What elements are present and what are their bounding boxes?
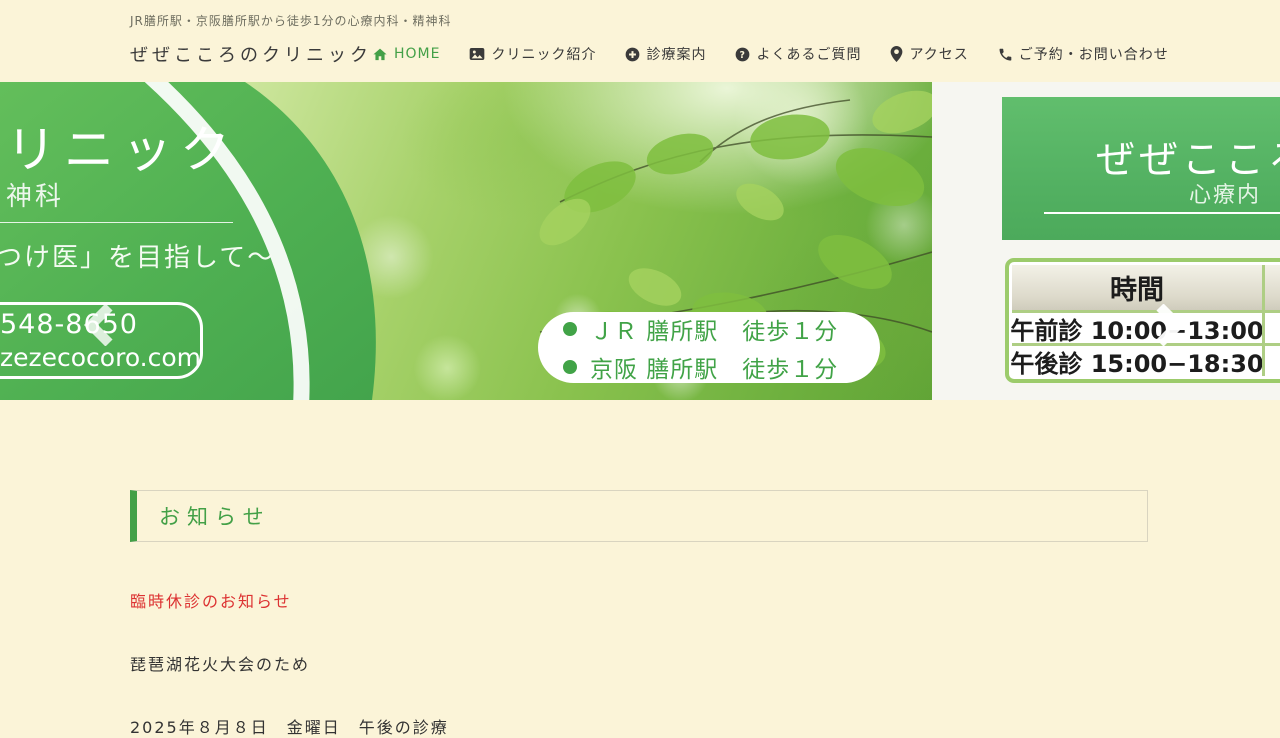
schedule-header-time: 時間 (1012, 265, 1262, 310)
nav-item-home[interactable]: HOME (372, 46, 440, 62)
carousel-next-button[interactable] (1156, 303, 1190, 347)
access-line-jr: ＪＲ 膳所駅 徒歩１分 (563, 312, 880, 346)
nav-item-clinic-intro[interactable]: クリニック紹介 (469, 44, 596, 64)
news-section-title: お知らせ (159, 501, 271, 531)
nav-label: ご予約・お問い合わせ (1019, 44, 1169, 64)
map-pin-icon (890, 46, 903, 62)
schedule-row-afternoon: 午後診 15:00−18:30 − (1012, 343, 1280, 376)
news-section: お知らせ 臨時休診のお知らせ 琵琶湖花火大会のため 2025年８月８日 金曜日 … (0, 490, 1280, 738)
access-line-keihan: 京阪 膳所駅 徒歩１分 (563, 350, 880, 384)
svg-text:?: ? (740, 49, 746, 60)
phone-icon (998, 47, 1013, 62)
site-title[interactable]: ぜぜこころのクリニック (130, 41, 372, 67)
schedule-cell: − (1262, 313, 1280, 343)
nav-item-contact[interactable]: ご予約・お問い合わせ (998, 44, 1169, 64)
schedule-cell: 午前診 10:00−13:00 (1012, 313, 1262, 343)
schedule-header-mon: 月 (1262, 265, 1280, 310)
carousel-slide-current: リニック 神科 つけ医」を目指して～ 548-8650 zezecocoro.c… (0, 82, 932, 400)
site-header: JR膳所駅・京阪膳所駅から徒歩1分の心療内科・精神科 ぜぜこころのクリニック H… (0, 0, 1280, 82)
slide-clinic-name-fragment: リニック (6, 110, 238, 182)
nav-label: 診療案内 (646, 44, 706, 64)
schedule-cell: − (1262, 346, 1280, 376)
nav-label: HOME (394, 46, 440, 62)
chevron-left-icon (83, 304, 117, 346)
schedule-table: 時間 月 午前診 10:00−13:00 − 午後診 15:00−18:30 − (1005, 258, 1280, 383)
nav-label: アクセス (909, 44, 968, 64)
schedule-row-morning: 午前診 10:00−13:00 − (1012, 310, 1280, 343)
next-slide-banner: ぜぜこころ 心療内 (1002, 97, 1280, 240)
photo-icon (469, 47, 485, 61)
access-text: ＪＲ 膳所駅 徒歩１分 (590, 312, 838, 346)
news-body-line: 2025年８月８日 金曜日 午後の診療 (130, 714, 1150, 738)
bullet-icon (563, 360, 577, 374)
slide-motto-fragment: つけ医」を目指して～ (0, 237, 275, 274)
chevron-right-icon (1156, 304, 1190, 346)
nav-label: クリニック紹介 (491, 44, 596, 64)
nav-item-faq[interactable]: ? よくあるご質問 (735, 44, 861, 64)
hero-carousel: リニック 神科 つけ医」を目指して～ 548-8650 zezecocoro.c… (0, 82, 1280, 400)
next-slide-divider-line (1044, 212, 1280, 214)
access-text: 京阪 膳所駅 徒歩１分 (590, 350, 838, 384)
home-icon (372, 47, 388, 62)
site-tagline: JR膳所駅・京阪膳所駅から徒歩1分の心療内科・精神科 (130, 12, 1130, 29)
slide-divider-line (0, 222, 233, 223)
news-item-title: 臨時休診のお知らせ (130, 588, 1150, 612)
main-nav: HOME クリニック紹介 診療案内 ? よくあるご質問 (372, 44, 1169, 64)
schedule-cell: 午後診 15:00−18:30 (1012, 346, 1262, 376)
bullet-icon (563, 322, 577, 336)
carousel-slide-next-preview: ぜぜこころ 心療内 時間 月 午前診 10:00−13:00 − 午後診 15:… (932, 82, 1280, 400)
carousel-prev-button[interactable] (83, 303, 117, 347)
news-body-line: 琵琶湖花火大会のため (130, 651, 1150, 675)
slide-specialty-fragment: 神科 (6, 176, 64, 213)
question-circle-icon: ? (735, 47, 750, 62)
nav-label: よくあるご質問 (756, 44, 861, 64)
nav-item-access[interactable]: アクセス (890, 44, 968, 64)
station-access-box: ＪＲ 膳所駅 徒歩１分 京阪 膳所駅 徒歩１分 (538, 312, 880, 383)
news-section-title-box: お知らせ (130, 490, 1148, 542)
next-slide-specialty-fragment: 心療内 (1189, 177, 1261, 209)
schedule-header-row: 時間 月 (1012, 265, 1280, 310)
nav-item-services[interactable]: 診療案内 (625, 44, 706, 64)
plus-circle-icon (625, 47, 640, 62)
